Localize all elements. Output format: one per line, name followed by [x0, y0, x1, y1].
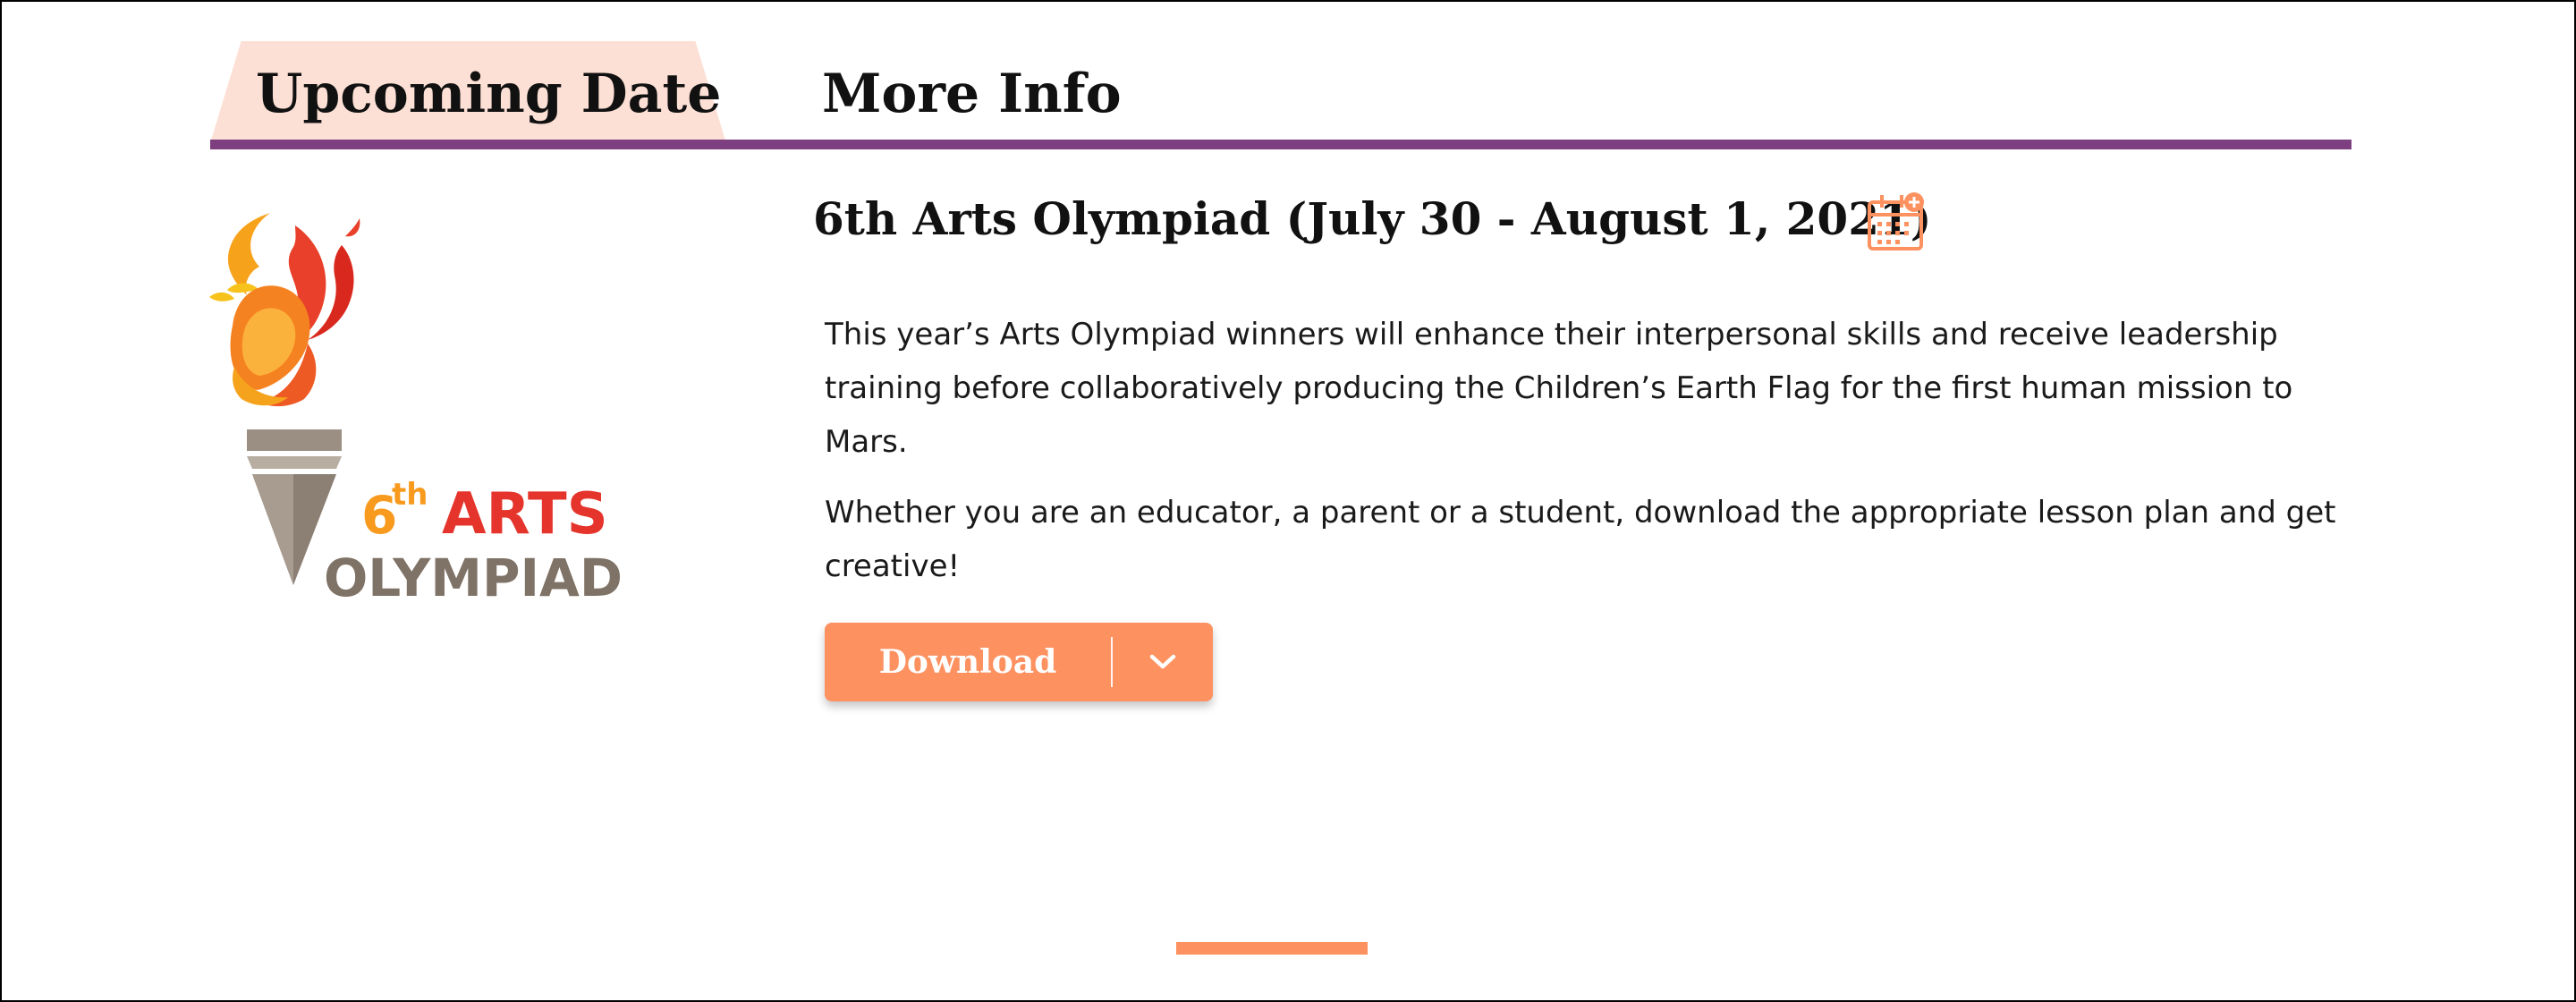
logo-olympiad: OLYMPIAD	[324, 548, 623, 603]
download-dropdown-toggle[interactable]	[1113, 623, 1213, 701]
carousel-indicator[interactable]	[1176, 942, 1368, 955]
logo-arts: ARTS	[442, 481, 608, 548]
event-title: 6th Arts Olympiad (July 30 - August 1, 2…	[813, 192, 1932, 245]
download-split-button[interactable]: Download	[825, 623, 1213, 701]
page-frame: Upcoming Date More Info 6 th ARTS OLYMPI…	[0, 0, 2576, 1002]
logo-suffix: th	[392, 477, 428, 513]
tab-upcoming-date[interactable]: Upcoming Date	[256, 67, 721, 121]
tab-underline	[210, 140, 2351, 149]
torch-icon	[209, 213, 360, 585]
event-description-1: This year’s Arts Olympiad winners will e…	[825, 317, 2293, 460]
chevron-down-icon	[1149, 654, 1176, 669]
arts-olympiad-logo: 6 th ARTS OLYMPIAD	[209, 213, 623, 603]
download-button[interactable]: Download	[825, 646, 1111, 678]
tab-more-info[interactable]: More Info	[822, 67, 1122, 121]
calendar-add-icon[interactable]	[1866, 191, 1927, 252]
event-description-2: Whether you are an educator, a parent or…	[825, 495, 2336, 584]
tab-bar: Upcoming Date More Info	[210, 41, 2351, 149]
download-button-divider	[1111, 637, 1113, 687]
